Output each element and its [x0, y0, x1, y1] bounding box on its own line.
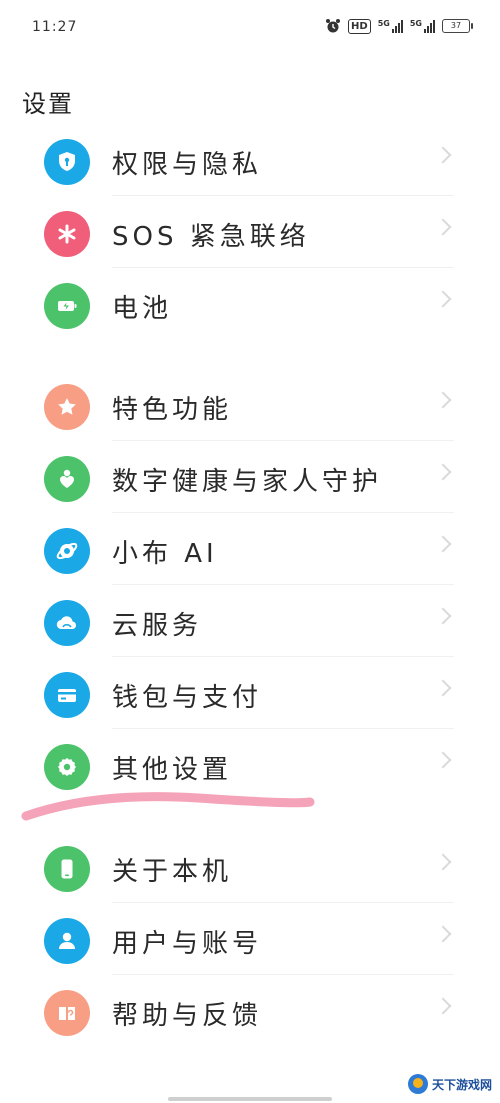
- settings-item-label: 电池: [112, 294, 173, 324]
- settings-item-label: 权限与隐私: [112, 150, 263, 180]
- settings-item-label: 数字健康与家人守护: [112, 467, 383, 497]
- settings-item-label: 用户与账号: [112, 929, 263, 959]
- status-time: 11:27: [32, 19, 78, 35]
- settings-item-accounts[interactable]: 用户与账号: [0, 903, 500, 975]
- help-book-icon: [44, 990, 90, 1036]
- settings-item-about[interactable]: 关于本机: [0, 831, 500, 903]
- signal-icon-2: 5G: [410, 19, 435, 33]
- phone-icon: [44, 846, 90, 892]
- settings-item-label: 钱包与支付: [112, 683, 263, 713]
- chevron-right-icon: [434, 290, 452, 308]
- status-icons: HD 5G 5G 37: [325, 18, 473, 34]
- cloud-icon: [44, 600, 90, 646]
- settings-item-ai[interactable]: 小布 AI: [0, 513, 500, 585]
- settings-item-help[interactable]: 帮助与反馈: [0, 975, 500, 1047]
- settings-item-digital-wellbeing[interactable]: 数字健康与家人守护: [0, 441, 500, 513]
- settings-item-label: 特色功能: [112, 395, 233, 425]
- chevron-right-icon: [434, 218, 452, 236]
- chevron-right-icon: [434, 679, 452, 697]
- settings-item-privacy[interactable]: 权限与隐私: [0, 124, 500, 196]
- settings-item-cloud[interactable]: 云服务: [0, 585, 500, 657]
- chevron-right-icon: [434, 463, 452, 481]
- hd-badge: HD: [348, 18, 371, 34]
- chevron-right-icon: [434, 607, 452, 625]
- chevron-right-icon: [434, 853, 452, 871]
- status-bar: 11:27 HD 5G 5G 37: [0, 0, 500, 56]
- alarm-icon: [326, 19, 341, 33]
- page-title: 设置: [22, 90, 74, 118]
- chevron-right-icon: [434, 535, 452, 553]
- ai-assistant-icon: [44, 528, 90, 574]
- annotation-underline: [21, 792, 315, 821]
- settings-item-label: 关于本机: [112, 857, 233, 887]
- signal-icon: 5G: [378, 19, 403, 33]
- settings-item-label: 帮助与反馈: [112, 1001, 263, 1031]
- chevron-right-icon: [434, 146, 452, 164]
- heart-person-icon: [44, 456, 90, 502]
- shield-lock-icon: [44, 139, 90, 185]
- settings-item-label: 小布 AI: [112, 539, 218, 569]
- wallet-icon: [44, 672, 90, 718]
- watermark: 天下游戏网: [407, 1074, 492, 1094]
- battery-icon: [44, 283, 90, 329]
- settings-item-label: SOS 紧急联络: [112, 222, 310, 252]
- chevron-right-icon: [434, 391, 452, 409]
- chevron-right-icon: [434, 751, 452, 769]
- chevron-right-icon: [434, 925, 452, 943]
- asterisk-icon: [44, 211, 90, 257]
- settings-item-features[interactable]: 特色功能: [0, 369, 500, 441]
- chevron-right-icon: [434, 997, 452, 1015]
- settings-item-label: 其他设置: [112, 755, 233, 785]
- settings-item-battery[interactable]: 电池: [0, 268, 500, 340]
- watermark-logo-icon: [407, 1074, 428, 1094]
- settings-item-label: 云服务: [112, 611, 203, 641]
- settings-item-wallet[interactable]: 钱包与支付: [0, 657, 500, 729]
- battery-indicator: 37: [442, 19, 473, 33]
- watermark-text: 天下游戏网: [431, 1077, 492, 1092]
- star-icon: [44, 384, 90, 430]
- gear-icon: [44, 744, 90, 790]
- settings-item-sos[interactable]: SOS 紧急联络: [0, 196, 500, 268]
- home-indicator[interactable]: [168, 1097, 332, 1101]
- user-icon: [44, 918, 90, 964]
